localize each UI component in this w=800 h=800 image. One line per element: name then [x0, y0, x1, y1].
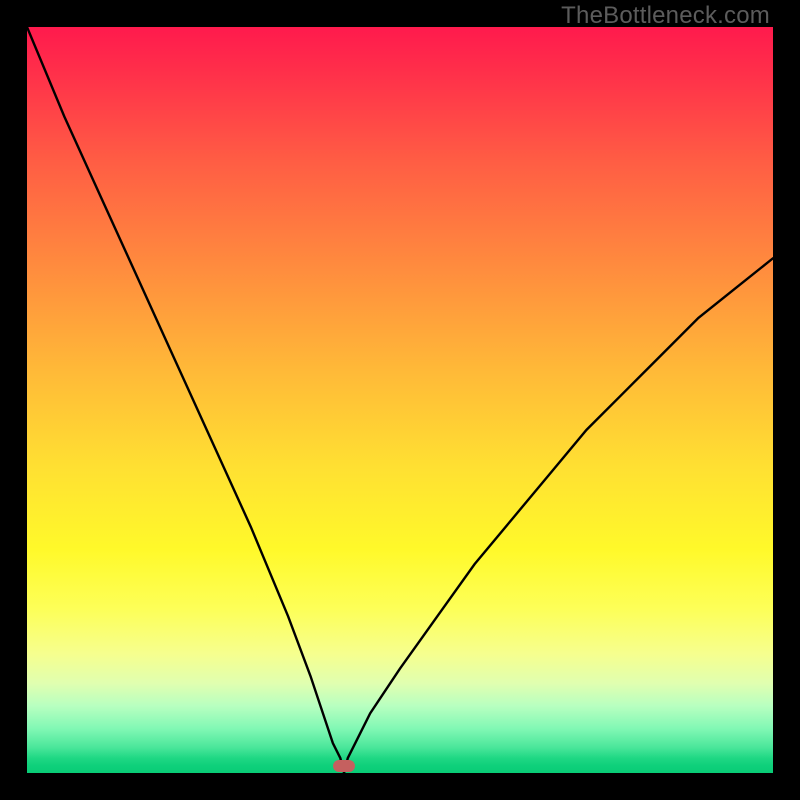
watermark-text: TheBottleneck.com	[561, 2, 770, 30]
bottleneck-curve	[27, 27, 773, 773]
chart-frame: TheBottleneck.com	[0, 0, 800, 800]
plot-area	[27, 27, 773, 773]
optimal-point-marker	[333, 760, 355, 772]
